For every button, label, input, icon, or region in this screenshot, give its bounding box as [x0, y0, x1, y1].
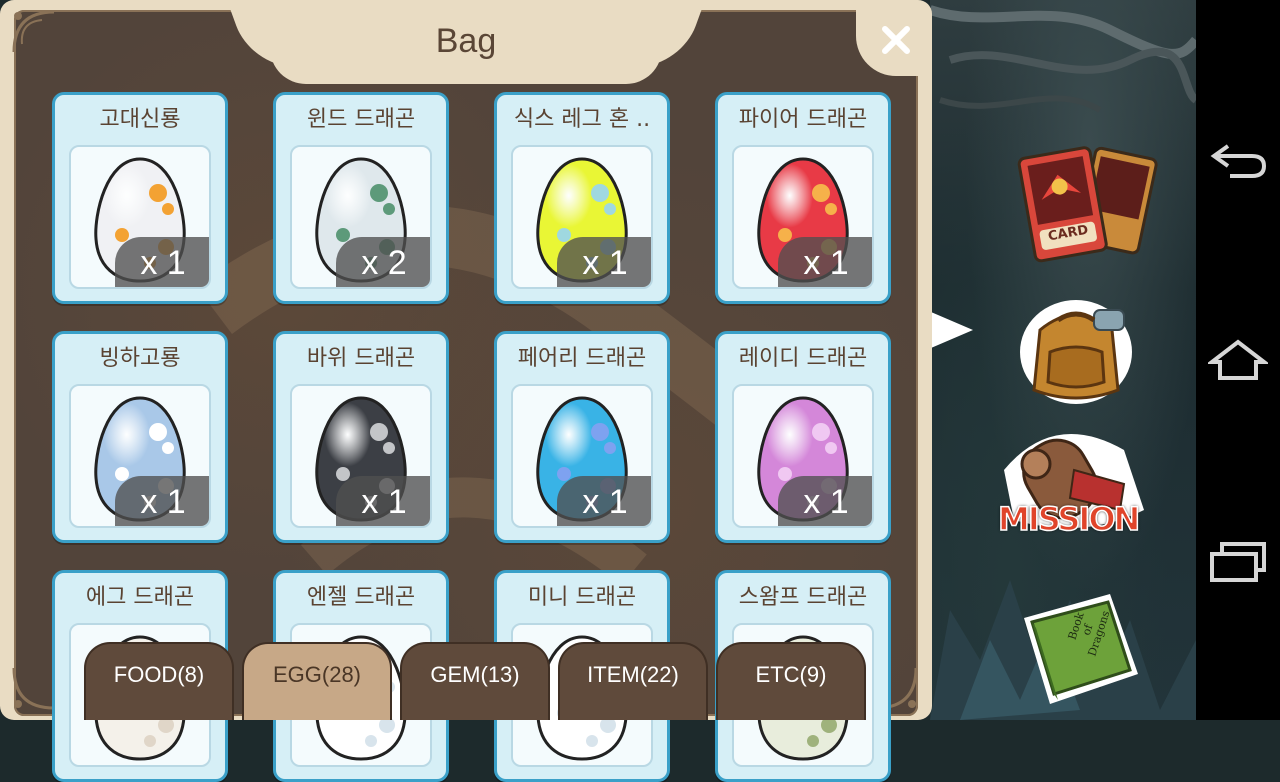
mission-label: MISSION: [997, 499, 1141, 539]
egg-quantity: x 1: [115, 476, 209, 526]
android-nav-bar: [1196, 0, 1280, 720]
egg-name: 엔젤 드래곤: [306, 585, 416, 610]
egg-slot: x 1: [69, 145, 211, 289]
egg-card[interactable]: 빙하고룡 x 1: [52, 331, 228, 543]
egg-name: 스왐프 드래곤: [738, 585, 868, 610]
egg-name: 윈드 드래곤: [306, 107, 416, 132]
egg-quantity: x 1: [557, 476, 651, 526]
egg-name: 레이디 드래곤: [738, 346, 868, 371]
egg-card[interactable]: 바위 드래곤 x 1: [273, 331, 449, 543]
tab-etc[interactable]: ETC(9): [716, 642, 866, 720]
egg-slot: x 1: [511, 384, 653, 528]
tab-item[interactable]: ITEM(22): [558, 642, 708, 720]
egg-slot: x 1: [69, 384, 211, 528]
egg-card[interactable]: 파이어 드래곤 x 1: [715, 92, 891, 304]
card-button[interactable]: CARD: [1014, 140, 1158, 264]
egg-slot: x 1: [511, 145, 653, 289]
egg-slot: x 1: [732, 145, 874, 289]
egg-quantity: x 1: [778, 237, 872, 287]
close-icon: [882, 26, 910, 54]
mission-button[interactable]: MISSION: [994, 420, 1170, 550]
bag-button[interactable]: [1010, 290, 1142, 410]
category-tabs: FOOD(8) EGG(28) GEM(13) ITEM(22) ETC(9): [84, 642, 874, 720]
window-title: Bag: [435, 22, 497, 60]
egg-name: 바위 드래곤: [306, 346, 416, 371]
egg-card[interactable]: 식스 레그 혼 .. x 1: [494, 92, 670, 304]
card-icon: [1017, 146, 1158, 263]
home-icon: [1208, 339, 1268, 380]
egg-name: 파이어 드래곤: [738, 107, 868, 132]
back-icon: [1210, 144, 1267, 178]
home-button[interactable]: [1208, 335, 1268, 385]
tab-egg[interactable]: EGG(28): [242, 642, 392, 720]
egg-quantity: x 2: [336, 237, 430, 287]
recent-apps-icon: [1210, 542, 1266, 582]
egg-slot: x 1: [290, 384, 432, 528]
bag-panel: Bag 고대신룡 x 1 윈드 드래곤 x 2 식스 레그 혼 .. x 1 파이어 드래곤…: [0, 0, 932, 782]
back-button[interactable]: [1208, 135, 1268, 185]
egg-card[interactable]: 윈드 드래곤 x 2: [273, 92, 449, 304]
egg-slot: x 2: [290, 145, 432, 289]
corner-ornament-icon: [12, 10, 55, 53]
egg-name: 에그 드래곤: [85, 585, 195, 610]
recent-apps-button[interactable]: [1208, 537, 1268, 587]
egg-card[interactable]: 페어리 드래곤 x 1: [494, 331, 670, 543]
egg-name: 페어리 드래곤: [517, 346, 647, 371]
vine-decoration: [930, 5, 1196, 113]
egg-slot: x 1: [732, 384, 874, 528]
egg-name: 식스 레그 혼 ..: [513, 107, 651, 132]
backpack-icon: [1020, 300, 1132, 404]
egg-name: 빙하고룡: [99, 346, 181, 371]
tab-gem[interactable]: GEM(13): [400, 642, 550, 720]
book-of-dragons-button[interactable]: Book of Dragons: [1010, 588, 1150, 712]
egg-quantity: x 1: [115, 237, 209, 287]
egg-card[interactable]: 레이디 드래곤 x 1: [715, 331, 891, 543]
close-button[interactable]: [872, 16, 920, 64]
egg-name: 고대신룡: [99, 107, 181, 132]
egg-quantity: x 1: [557, 237, 651, 287]
egg-quantity: x 1: [778, 476, 872, 526]
egg-card[interactable]: 고대신룡 x 1: [52, 92, 228, 304]
tab-food[interactable]: FOOD(8): [84, 642, 234, 720]
egg-quantity: x 1: [336, 476, 430, 526]
egg-name: 미니 드래곤: [527, 585, 637, 610]
panel-pointer: [931, 312, 973, 348]
